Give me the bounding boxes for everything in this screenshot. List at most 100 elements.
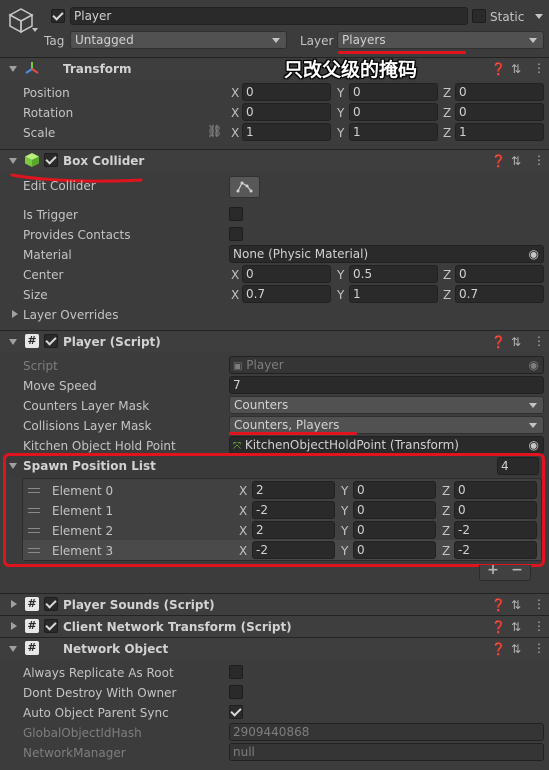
client-network-transform-help-icon[interactable]: ❓: [491, 620, 506, 634]
counters-mask-dropdown[interactable]: Counters: [229, 396, 544, 414]
layer-dropdown-arrow-icon: [529, 38, 537, 43]
position-y-axis[interactable]: Y: [337, 86, 344, 100]
player-sounds-help-icon[interactable]: ❓: [491, 598, 506, 612]
position-label[interactable]: Position: [23, 86, 70, 100]
network-object-menu-icon[interactable]: ⋮: [533, 641, 545, 655]
edit-collider-button[interactable]: [229, 176, 260, 198]
move-speed-label[interactable]: Move Speed: [23, 379, 97, 393]
transform-help-icon[interactable]: ❓: [491, 62, 506, 76]
transform-foldout-icon[interactable]: [9, 66, 17, 72]
scale-label[interactable]: Scale: [23, 126, 55, 140]
auto-parent-sync-checkbox[interactable]: [229, 705, 243, 719]
player-script-menu-icon[interactable]: ⋮: [533, 334, 545, 348]
auto-parent-sync-label[interactable]: Auto Object Parent Sync: [23, 706, 169, 720]
transform-presets-icon[interactable]: ⇅: [511, 62, 521, 76]
dont-destroy-checkbox[interactable]: [229, 685, 243, 699]
client-network-transform-menu-icon[interactable]: ⋮: [533, 619, 545, 633]
box-collider-help-icon[interactable]: ❓: [491, 154, 506, 168]
provides-contacts-label[interactable]: Provides Contacts: [23, 228, 130, 242]
center-y-axis[interactable]: Y: [337, 268, 344, 282]
center-y-field[interactable]: 0.5: [349, 265, 438, 283]
player-script-enabled-checkbox[interactable]: [44, 334, 58, 348]
list-remove-button[interactable]: −: [510, 562, 524, 578]
size-label[interactable]: Size: [23, 288, 48, 302]
size-z-field[interactable]: 0.7: [455, 285, 544, 303]
center-z-axis[interactable]: Z: [443, 268, 451, 282]
client-network-transform-presets-icon[interactable]: ⇅: [511, 620, 521, 634]
collisions-mask-arrow-icon: [529, 423, 537, 428]
scale-y-field[interactable]: 1: [349, 123, 438, 141]
tag-dropdown[interactable]: Untagged: [70, 31, 287, 49]
client-network-transform-foldout-icon[interactable]: [11, 622, 17, 630]
box-collider-enabled-checkbox[interactable]: [44, 153, 58, 167]
list-add-button[interactable]: +: [486, 562, 500, 578]
transform-menu-icon[interactable]: ⋮: [533, 61, 545, 75]
player-sounds-foldout-icon[interactable]: [11, 600, 17, 608]
center-x-field[interactable]: 0: [242, 265, 331, 283]
move-speed-field[interactable]: 7: [229, 376, 544, 394]
collisions-mask-underline-annotation: [229, 432, 357, 435]
collisions-mask-label[interactable]: Collisions Layer Mask: [23, 419, 152, 433]
counters-mask-label[interactable]: Counters Layer Mask: [23, 399, 149, 413]
player-sounds-presets-icon[interactable]: ⇅: [511, 598, 521, 612]
client-network-transform-enabled-checkbox[interactable]: [44, 619, 58, 633]
is-trigger-checkbox[interactable]: [229, 207, 243, 221]
rotation-x-axis[interactable]: X: [231, 106, 239, 120]
scale-x-axis[interactable]: X: [231, 126, 239, 140]
player-sounds-enabled-checkbox[interactable]: [44, 597, 58, 611]
position-y-field[interactable]: 0: [349, 83, 438, 101]
rotation-label[interactable]: Rotation: [23, 106, 73, 120]
player-script-help-icon[interactable]: ❓: [491, 335, 506, 349]
center-z-field[interactable]: 0: [455, 265, 544, 283]
network-object-foldout-icon[interactable]: [9, 646, 17, 652]
position-x-field[interactable]: 0: [242, 83, 331, 101]
scale-z-field[interactable]: 1: [455, 123, 544, 141]
dont-destroy-label[interactable]: Dont Destroy With Owner: [23, 686, 176, 700]
rotation-z-axis[interactable]: Z: [443, 106, 451, 120]
size-x-field[interactable]: 0.7: [242, 285, 331, 303]
layer-dropdown[interactable]: Players: [337, 31, 544, 49]
material-label[interactable]: Material: [23, 248, 72, 262]
player-script-presets-icon[interactable]: ⇅: [511, 335, 521, 349]
network-object-help-icon[interactable]: ❓: [491, 642, 506, 656]
rotation-z-field[interactable]: 0: [455, 103, 544, 121]
hold-point-field[interactable]: ⤧ KitchenObjectHoldPoint (Transform) ◉: [229, 436, 544, 454]
box-collider-presets-icon[interactable]: ⇅: [511, 154, 521, 168]
player-sounds-menu-icon[interactable]: ⋮: [533, 597, 545, 611]
hold-point-picker-icon[interactable]: ◉: [529, 437, 539, 453]
static-checkbox[interactable]: [472, 9, 486, 23]
center-x-axis[interactable]: X: [231, 268, 239, 282]
size-y-field[interactable]: 1: [349, 285, 438, 303]
gameobject-active-checkbox[interactable]: [51, 9, 65, 23]
player-script-foldout-icon[interactable]: [9, 339, 17, 345]
always-replicate-label[interactable]: Always Replicate As Root: [23, 666, 174, 680]
material-field[interactable]: None (Physic Material) ◉: [229, 245, 544, 263]
gameobject-name-field[interactable]: Player: [70, 7, 468, 25]
rotation-y-field[interactable]: 0: [349, 103, 438, 121]
center-label[interactable]: Center: [23, 268, 63, 282]
size-y-axis[interactable]: Y: [337, 288, 344, 302]
static-dropdown-arrow-icon[interactable]: [535, 14, 543, 19]
scale-z-axis[interactable]: Z: [443, 126, 451, 140]
hold-point-label[interactable]: Kitchen Object Hold Point: [23, 439, 176, 453]
size-z-axis[interactable]: Z: [443, 288, 451, 302]
position-z-axis[interactable]: Z: [443, 86, 451, 100]
scale-link-icon[interactable]: ⛓: [207, 124, 222, 138]
position-z-field[interactable]: 0: [455, 83, 544, 101]
layer-overrides-label[interactable]: Layer Overrides: [23, 308, 118, 322]
layer-overrides-foldout-icon[interactable]: [12, 310, 18, 318]
always-replicate-checkbox[interactable]: [229, 665, 243, 679]
scale-x-field[interactable]: 1: [242, 123, 331, 141]
box-collider-foldout-icon[interactable]: [9, 158, 17, 164]
rotation-x-field[interactable]: 0: [242, 103, 331, 121]
network-object-presets-icon[interactable]: ⇅: [511, 642, 521, 656]
scale-y-axis[interactable]: Y: [337, 126, 344, 140]
position-x-axis[interactable]: X: [231, 86, 239, 100]
provides-contacts-checkbox[interactable]: [229, 227, 243, 241]
icon-dropdown-arrow-icon[interactable]: [32, 28, 38, 32]
size-x-axis[interactable]: X: [231, 288, 239, 302]
material-picker-icon[interactable]: ◉: [529, 246, 539, 262]
box-collider-menu-icon[interactable]: ⋮: [533, 153, 545, 167]
is-trigger-label[interactable]: Is Trigger: [23, 208, 78, 222]
rotation-y-axis[interactable]: Y: [337, 106, 344, 120]
